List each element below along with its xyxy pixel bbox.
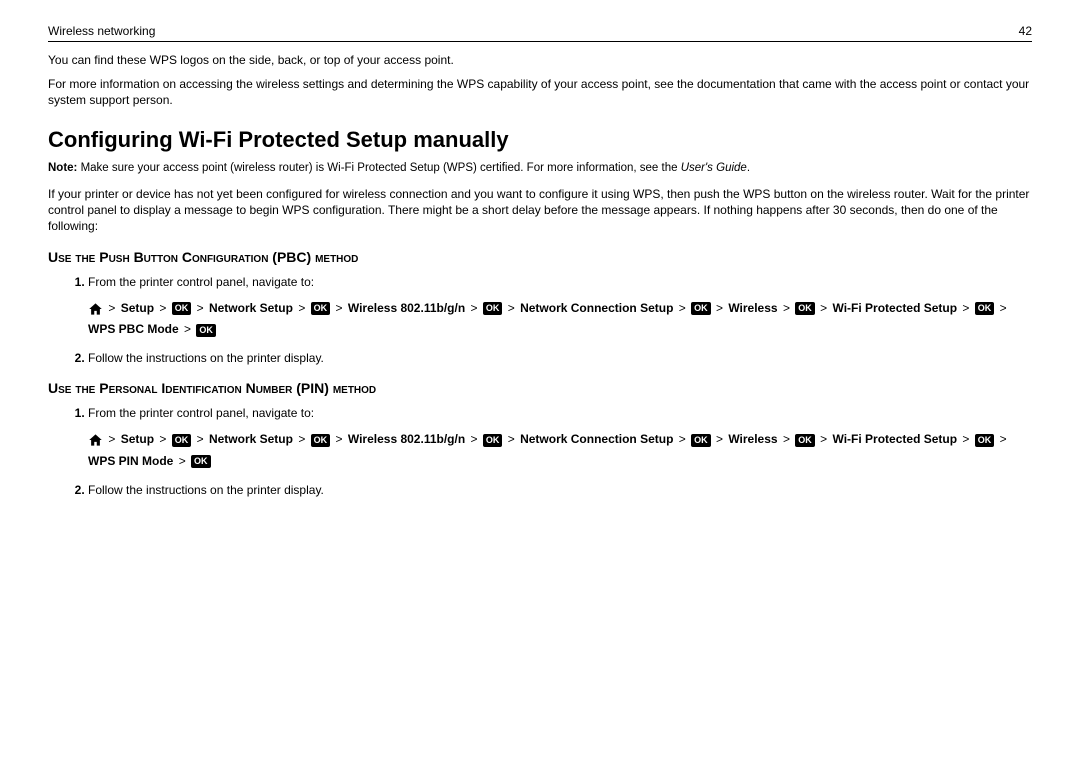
document-page: Wireless networking 42 You can find thes… [0, 0, 1080, 763]
page-number: 42 [1019, 24, 1032, 38]
pin-step1-text: From the printer control panel, navigate… [88, 406, 314, 420]
gt: > [195, 301, 206, 315]
gt: > [177, 454, 188, 468]
gt: > [714, 432, 725, 446]
nav-network-conn-setup: Network Connection Setup [520, 301, 673, 315]
pin-step-2: Follow the instructions on the printer d… [88, 481, 1032, 500]
intro-line-2: For more information on accessing the wi… [48, 76, 1032, 108]
note-after: . [747, 162, 750, 174]
pin-step2-text: Follow the instructions on the printer d… [88, 483, 324, 497]
ok-badge: OK [196, 324, 216, 337]
note-block: Note: Make sure your access point (wirel… [48, 161, 1032, 177]
ok-badge: OK [691, 302, 711, 315]
config-intro: If your printer or device has not yet be… [48, 186, 1032, 235]
gt: > [157, 301, 168, 315]
note-italic: User's Guide [681, 162, 747, 174]
gt: > [506, 432, 517, 446]
ok-badge: OK [691, 434, 711, 447]
ok-badge: OK [975, 302, 995, 315]
ok-badge: OK [191, 455, 211, 468]
pbc-step2-text: Follow the instructions on the printer d… [88, 351, 324, 365]
nav-wifi-protected: Wi‑Fi Protected Setup [833, 301, 958, 315]
ok-badge: OK [311, 434, 331, 447]
gt: > [998, 432, 1009, 446]
nav-wireless: Wireless [728, 432, 777, 446]
note-label: Note: [48, 162, 77, 174]
intro-line-1: You can find these WPS logos on the side… [48, 52, 1032, 68]
nav-wireless-band: Wireless 802.11b/g/n [348, 301, 465, 315]
gt: > [182, 322, 193, 336]
home-icon [88, 433, 103, 447]
pbc-steps: From the printer control panel, navigate… [48, 273, 1032, 369]
gt: > [781, 301, 792, 315]
pin-step-1: From the printer control panel, navigate… [88, 404, 1032, 472]
ok-badge: OK [483, 302, 503, 315]
gt: > [296, 432, 307, 446]
gt: > [334, 301, 345, 315]
gt: > [106, 432, 117, 446]
nav-setup: Setup [121, 432, 154, 446]
ok-badge: OK [172, 302, 192, 315]
pbc-heading: Use the Push Button Configuration (PBC) … [48, 249, 1032, 265]
gt: > [998, 301, 1009, 315]
gt: > [960, 432, 971, 446]
gt: > [106, 301, 117, 315]
pbc-step1-text: From the printer control panel, navigate… [88, 275, 314, 289]
gt: > [818, 301, 829, 315]
gt: > [157, 432, 168, 446]
pin-nav-path: > Setup > OK > Network Setup > OK > Wire… [88, 429, 1032, 472]
nav-network-setup: Network Setup [209, 301, 293, 315]
gt: > [677, 432, 688, 446]
gt: > [469, 301, 480, 315]
nav-network-setup: Network Setup [209, 432, 293, 446]
nav-wifi-protected: Wi‑Fi Protected Setup [833, 432, 958, 446]
header-title: Wireless networking [48, 24, 155, 38]
pin-steps: From the printer control panel, navigate… [48, 404, 1032, 500]
note-body: Make sure your access point (wireless ro… [77, 162, 680, 174]
nav-wireless-band: Wireless 802.11b/g/n [348, 432, 465, 446]
main-heading: Configuring Wi‑Fi Protected Setup manual… [48, 127, 1032, 153]
ok-badge: OK [795, 434, 815, 447]
pin-heading: Use the Personal Identification Number (… [48, 380, 1032, 396]
ok-badge: OK [975, 434, 995, 447]
ok-badge: OK [311, 302, 331, 315]
gt: > [714, 301, 725, 315]
page-header: Wireless networking 42 [48, 24, 1032, 42]
gt: > [334, 432, 345, 446]
nav-mode: WPS PBC Mode [88, 322, 179, 336]
pbc-step-2: Follow the instructions on the printer d… [88, 349, 1032, 368]
gt: > [781, 432, 792, 446]
home-icon [88, 302, 103, 316]
gt: > [960, 301, 971, 315]
nav-mode: WPS PIN Mode [88, 454, 173, 468]
gt: > [677, 301, 688, 315]
pbc-nav-path: > Setup > OK > Network Setup > OK > Wire… [88, 298, 1032, 341]
ok-badge: OK [172, 434, 192, 447]
gt: > [506, 301, 517, 315]
ok-badge: OK [483, 434, 503, 447]
gt: > [469, 432, 480, 446]
nav-setup: Setup [121, 301, 154, 315]
nav-wireless: Wireless [728, 301, 777, 315]
pbc-step-1: From the printer control panel, navigate… [88, 273, 1032, 341]
gt: > [195, 432, 206, 446]
gt: > [296, 301, 307, 315]
gt: > [818, 432, 829, 446]
nav-network-conn-setup: Network Connection Setup [520, 432, 673, 446]
ok-badge: OK [795, 302, 815, 315]
